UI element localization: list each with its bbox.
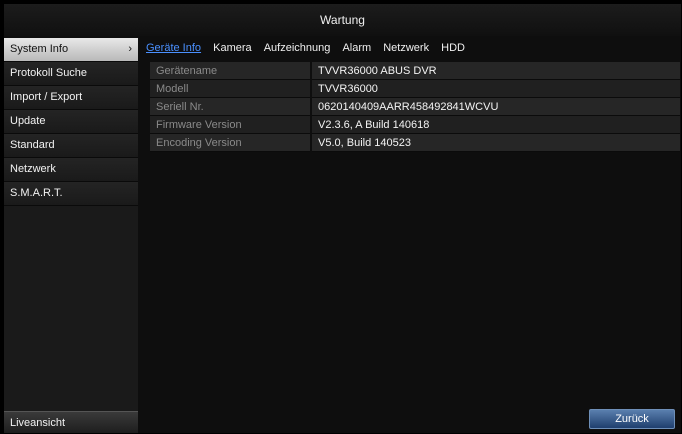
tab-kamera[interactable]: Kamera	[213, 38, 252, 58]
row-value: 0620140409AARR458492841WCVU	[311, 97, 680, 116]
row-key: Firmware Version	[150, 115, 312, 134]
sidebar-item-import-export[interactable]: Import / Export	[4, 86, 138, 110]
sidebar-item-protokoll-suche[interactable]: Protokoll Suche	[4, 62, 138, 86]
table-row: Encoding Version V5.0, Build 140523	[150, 133, 680, 152]
row-key: Encoding Version	[150, 133, 312, 152]
tab-alarm[interactable]: Alarm	[342, 38, 371, 58]
row-key: Gerätename	[150, 62, 312, 80]
table-row: Gerätename TVVR36000 ABUS DVR	[150, 62, 680, 80]
sidebar-item-label: S.M.A.R.T.	[10, 187, 63, 199]
sidebar-item-label: Standard	[10, 139, 55, 151]
row-key: Seriell Nr.	[150, 97, 312, 116]
sidebar-item-label: Update	[10, 115, 46, 127]
row-value: TVVR36000 ABUS DVR	[311, 62, 680, 80]
sidebar-item-label: Protokoll Suche	[10, 67, 88, 79]
tab-netzwerk[interactable]: Netzwerk	[383, 38, 429, 58]
window-title: Wartung	[4, 4, 681, 36]
table-row: Firmware Version V2.3.6, A Build 140618	[150, 115, 680, 134]
sidebar-item-standard[interactable]: Standard	[4, 134, 138, 158]
sidebar-item-label: System Info	[10, 43, 69, 55]
row-value: V2.3.6, A Build 140618	[311, 115, 680, 134]
tab-hdd[interactable]: HDD	[441, 38, 465, 58]
table-row: Modell TVVR36000	[150, 79, 680, 98]
row-value: TVVR36000	[311, 79, 680, 98]
sidebar-item-system-info[interactable]: System Info ›	[4, 38, 138, 62]
sidebar-item-update[interactable]: Update	[4, 110, 138, 134]
tab-bar: Geräte Info Kamera Aufzeichnung Alarm Ne…	[142, 38, 681, 58]
row-value: V5.0, Build 140523	[311, 133, 680, 152]
sidebar-item-label: Import / Export	[10, 91, 83, 103]
maintenance-window: Wartung System Info › Protokoll Suche Im…	[4, 4, 681, 433]
sidebar-item-netzwerk[interactable]: Netzwerk	[4, 158, 138, 182]
tab-aufzeichnung[interactable]: Aufzeichnung	[264, 38, 331, 58]
tab-geraete-info[interactable]: Geräte Info	[146, 38, 201, 58]
sidebar-item-smart[interactable]: S.M.A.R.T.	[4, 182, 138, 206]
chevron-right-icon: ›	[128, 43, 132, 55]
sidebar-item-label: Netzwerk	[10, 163, 56, 175]
liveview-button[interactable]: Liveansicht	[4, 411, 138, 433]
main-content: Geräte Info Kamera Aufzeichnung Alarm Ne…	[142, 38, 681, 433]
sidebar: System Info › Protokoll Suche Import / E…	[4, 38, 138, 433]
back-button[interactable]: Zurück	[589, 409, 675, 429]
device-info-table: Gerätename TVVR36000 ABUS DVR Modell TVV…	[150, 62, 680, 152]
row-key: Modell	[150, 79, 312, 98]
table-row: Seriell Nr. 0620140409AARR458492841WCVU	[150, 97, 680, 116]
